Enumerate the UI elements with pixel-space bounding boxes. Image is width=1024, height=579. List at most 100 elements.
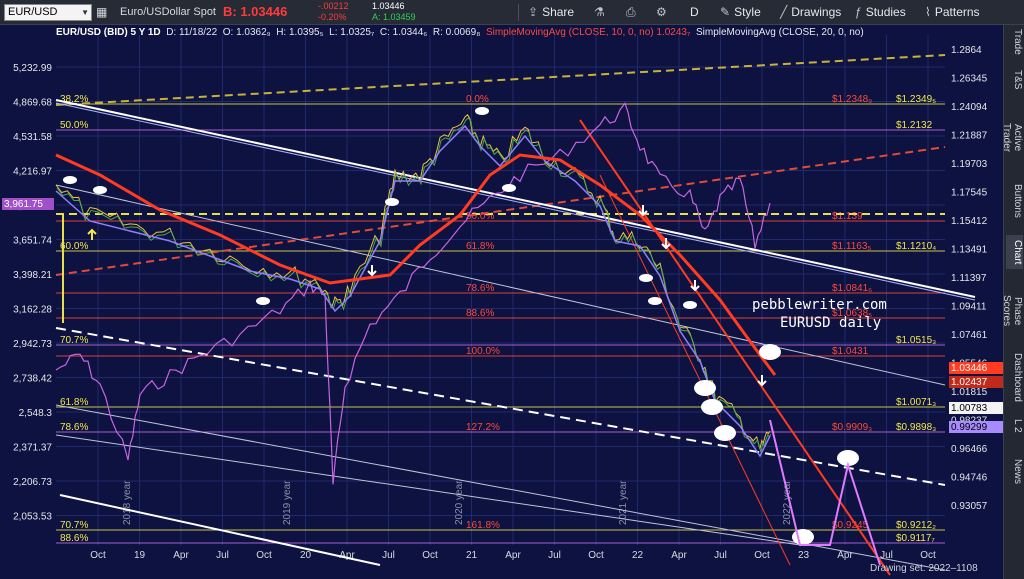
left-axis-label: 2,548.3 <box>19 408 53 419</box>
open-readout: O: 1.0362₉ <box>222 27 271 38</box>
high-readout: H: 1.0395₅ <box>276 27 324 38</box>
x-axis-label: 19 <box>134 550 146 561</box>
toolbar-divider <box>518 4 519 21</box>
pivot-marker[interactable] <box>639 274 653 282</box>
last-price: 1.03446 <box>372 1 405 11</box>
fib-price-label: $1.0431 <box>832 346 869 357</box>
right-axis-label: 1.07461 <box>951 330 988 341</box>
left-axis-label: 3,651.74 <box>13 236 52 247</box>
channel-line[interactable] <box>55 434 801 546</box>
sma20-label[interactable]: SimpleMovingAvg (CLOSE, 20, 0, no) <box>696 27 864 38</box>
fib-price-label: $1.139 <box>832 211 863 222</box>
style-icon: ✎ <box>720 5 731 19</box>
rail-tab-news[interactable]: News <box>1006 455 1023 489</box>
symbol-input[interactable]: EUR/USD ▼ <box>4 4 92 21</box>
fib-left-label: 78.6% <box>60 422 88 433</box>
pivot-marker[interactable] <box>502 184 516 192</box>
pivot-marker[interactable] <box>694 380 716 396</box>
studies-button[interactable]: ƒ Studies <box>855 5 906 19</box>
spx-overlay-line[interactable] <box>55 102 771 485</box>
fib-level-label: $0.9117₇ <box>896 533 935 544</box>
rail-tab-buttons[interactable]: Buttons <box>1006 181 1023 221</box>
rail-tab-dashboard[interactable]: Dashboard <box>1006 353 1023 402</box>
x-axis-label: Oct <box>256 550 272 561</box>
pivot-marker[interactable] <box>256 297 270 305</box>
pivot-marker[interactable] <box>385 198 399 206</box>
pivot-marker[interactable] <box>792 529 814 545</box>
drawing-set-label[interactable]: Drawing set: 2022–1108 <box>870 563 978 574</box>
pivot-marker[interactable] <box>93 186 107 194</box>
grid-icon[interactable]: ▦ <box>96 5 107 19</box>
year-marker: 2020 year <box>454 480 465 525</box>
rail-tab-trade[interactable]: Trade <box>1006 29 1023 55</box>
right-axis-label: 1.11397 <box>951 273 987 284</box>
close-readout: C: 1.0344₆ <box>379 27 428 38</box>
year-marker: 2019 year <box>282 480 293 525</box>
drawings-button[interactable]: ╱ Drawings <box>780 5 841 19</box>
level-price-tag: 1.00783 <box>951 403 988 414</box>
pivot-marker[interactable] <box>63 176 77 184</box>
flask-button[interactable]: ⚗ <box>594 5 609 19</box>
x-axis-label: Oct <box>920 550 936 561</box>
price-chart[interactable]: Oct 19 Apr Jul Oct 20 Apr Jul Oct 21 Apr Jul Oct 22 Ap… <box>0 25 1003 579</box>
x-axis-label: Oct <box>754 550 770 561</box>
left-axis-label: 5,232.99 <box>13 63 52 74</box>
down-arrow-icon <box>367 265 377 277</box>
fib-price-label: $1.2348₉ <box>832 94 872 105</box>
right-axis-label: 0.93057 <box>951 501 988 512</box>
patterns-button[interactable]: ⌇ Patterns <box>925 5 980 19</box>
pivot-marker[interactable] <box>475 107 489 115</box>
fib-center-label: 88.6% <box>466 308 494 319</box>
range-readout: R: 0.0069₈ <box>432 27 481 38</box>
dashed-trendline[interactable] <box>55 54 946 106</box>
fib-level-label: $1.2132 <box>896 120 933 131</box>
low-readout: L: 1.0325₇ <box>329 27 375 38</box>
fib-level-label: $1.2349₅ <box>896 94 936 105</box>
rail-tab-l-2[interactable]: L 2 <box>1006 411 1023 441</box>
last-price-tag: 1.03446 <box>951 363 988 374</box>
drawing-icon: ╱ <box>780 5 788 19</box>
pivot-marker[interactable] <box>714 425 736 441</box>
change-value: -.00212 <box>318 1 349 11</box>
channel-line[interactable] <box>55 102 976 301</box>
share-button[interactable]: ⇪ Share <box>528 5 574 19</box>
fib-center-label: 127.2% <box>466 422 500 433</box>
right-axis-label: 1.24094 <box>951 102 988 113</box>
rail-tab-t-s[interactable]: T&S <box>1006 65 1023 95</box>
rail-tab-active-trader[interactable]: Active Trader <box>1001 109 1023 167</box>
right-axis-label: 0.94746 <box>951 473 988 484</box>
share-label: Share <box>542 5 575 19</box>
timeframe-button[interactable]: D <box>690 5 699 19</box>
fib-left-label: 60.0% <box>60 241 88 252</box>
settings-button[interactable]: ⚙ <box>656 5 671 19</box>
right-axis-label: 1.21887 <box>951 131 988 142</box>
left-current-tag: 3,961.75 <box>4 199 43 210</box>
right-sidebar: Trade T&S Active Trader Buttons Chart Phase S… <box>1001 25 1024 579</box>
year-marker: 2018 year <box>122 480 133 525</box>
pivot-marker[interactable] <box>701 399 723 415</box>
x-axis-label: 23 <box>798 550 810 561</box>
left-axis-label: 2,371.37 <box>13 443 52 454</box>
up-arrow-icon <box>87 228 97 240</box>
pivot-marker[interactable] <box>648 297 662 305</box>
watermark-caption: EURUSD daily <box>780 315 882 331</box>
rail-tab-chart[interactable]: Chart <box>1006 235 1023 269</box>
fib-left-label: 50.0% <box>60 120 88 131</box>
rail-tab-phase-scores[interactable]: Phase Scores <box>1001 283 1023 339</box>
pivot-marker[interactable] <box>683 301 697 309</box>
sma10-price-tag: 1.02437 <box>951 377 988 388</box>
sma10-value: 1.0243₇ <box>656 27 691 38</box>
sma10-label[interactable]: SimpleMovingAvg (CLOSE, 10, 0, no) <box>486 27 654 38</box>
fib-price-label: $1.1163₅ <box>832 241 871 252</box>
symbol-description: Euro/USDollar Spot <box>120 6 216 18</box>
pivot-marker[interactable] <box>759 344 781 360</box>
price-change: -.00212 -0.20% <box>318 1 349 23</box>
x-axis-label: Jul <box>548 550 561 561</box>
fib-level-label: $0.9898₃ <box>896 422 936 433</box>
print-button[interactable]: ⎙ <box>626 5 640 20</box>
style-button[interactable]: ✎ Style <box>720 5 761 19</box>
study-header: EUR/USD (BID) 5 Y 1D D: 11/18/22 O: 1.03… <box>56 27 864 38</box>
fib-left-label: 70.7% <box>60 520 88 531</box>
chevron-down-icon[interactable]: ▼ <box>81 8 89 17</box>
right-axis-label: 1.01815 <box>951 387 988 398</box>
